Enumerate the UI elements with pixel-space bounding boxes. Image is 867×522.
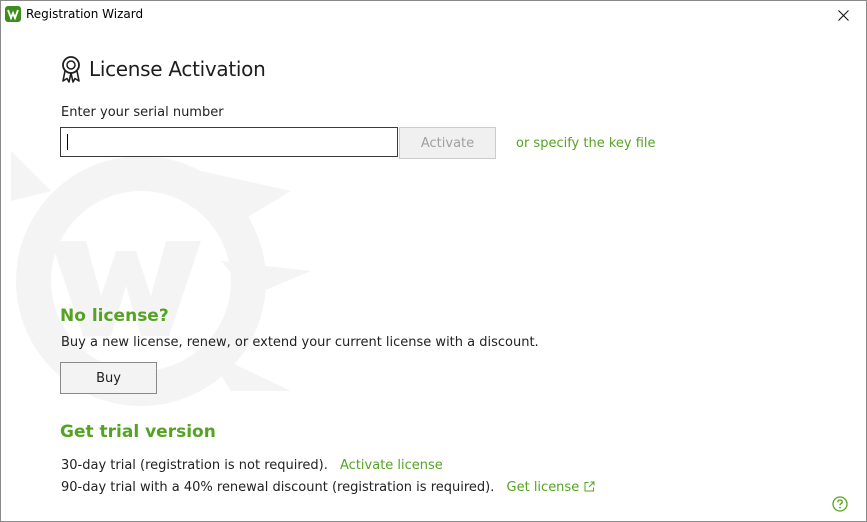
activate-button[interactable]: Activate (399, 127, 496, 159)
no-license-description: Buy a new license, renew, or extend your… (61, 335, 539, 350)
award-ribbon-icon (62, 56, 80, 83)
registration-wizard-window: Registration Wizard License Activation E… (0, 0, 867, 522)
close-icon (837, 9, 849, 21)
no-license-heading: No license? (60, 306, 169, 326)
window-title: Registration Wizard (26, 7, 144, 21)
trial-90-day-text: 90-day trial with a 40% renewal discount… (61, 480, 495, 495)
get-license-link[interactable]: Get license (507, 480, 596, 495)
trial-30-day-text: 30-day trial (registration is not requir… (61, 458, 328, 473)
serial-number-label: Enter your serial number (61, 105, 224, 120)
trial-30-day-row: 30-day trial (registration is not requir… (61, 458, 443, 473)
text-caret (67, 134, 68, 150)
buy-button[interactable]: Buy (60, 362, 157, 394)
title-bar: Registration Wizard (1, 1, 866, 29)
close-button[interactable] (820, 1, 866, 29)
page-heading: License Activation (60, 55, 266, 83)
help-icon[interactable] (832, 496, 848, 512)
drweb-spider-icon (5, 6, 21, 22)
get-license-label: Get license (506, 480, 580, 495)
activate-license-link[interactable]: Activate license (340, 458, 443, 473)
external-link-icon (584, 481, 595, 492)
serial-number-input[interactable] (60, 127, 398, 157)
specify-key-file-link[interactable]: or specify the key file (516, 136, 656, 151)
trial-heading: Get trial version (60, 422, 216, 442)
trial-90-day-row: 90-day trial with a 40% renewal discount… (61, 480, 595, 495)
page-title: License Activation (89, 57, 266, 81)
